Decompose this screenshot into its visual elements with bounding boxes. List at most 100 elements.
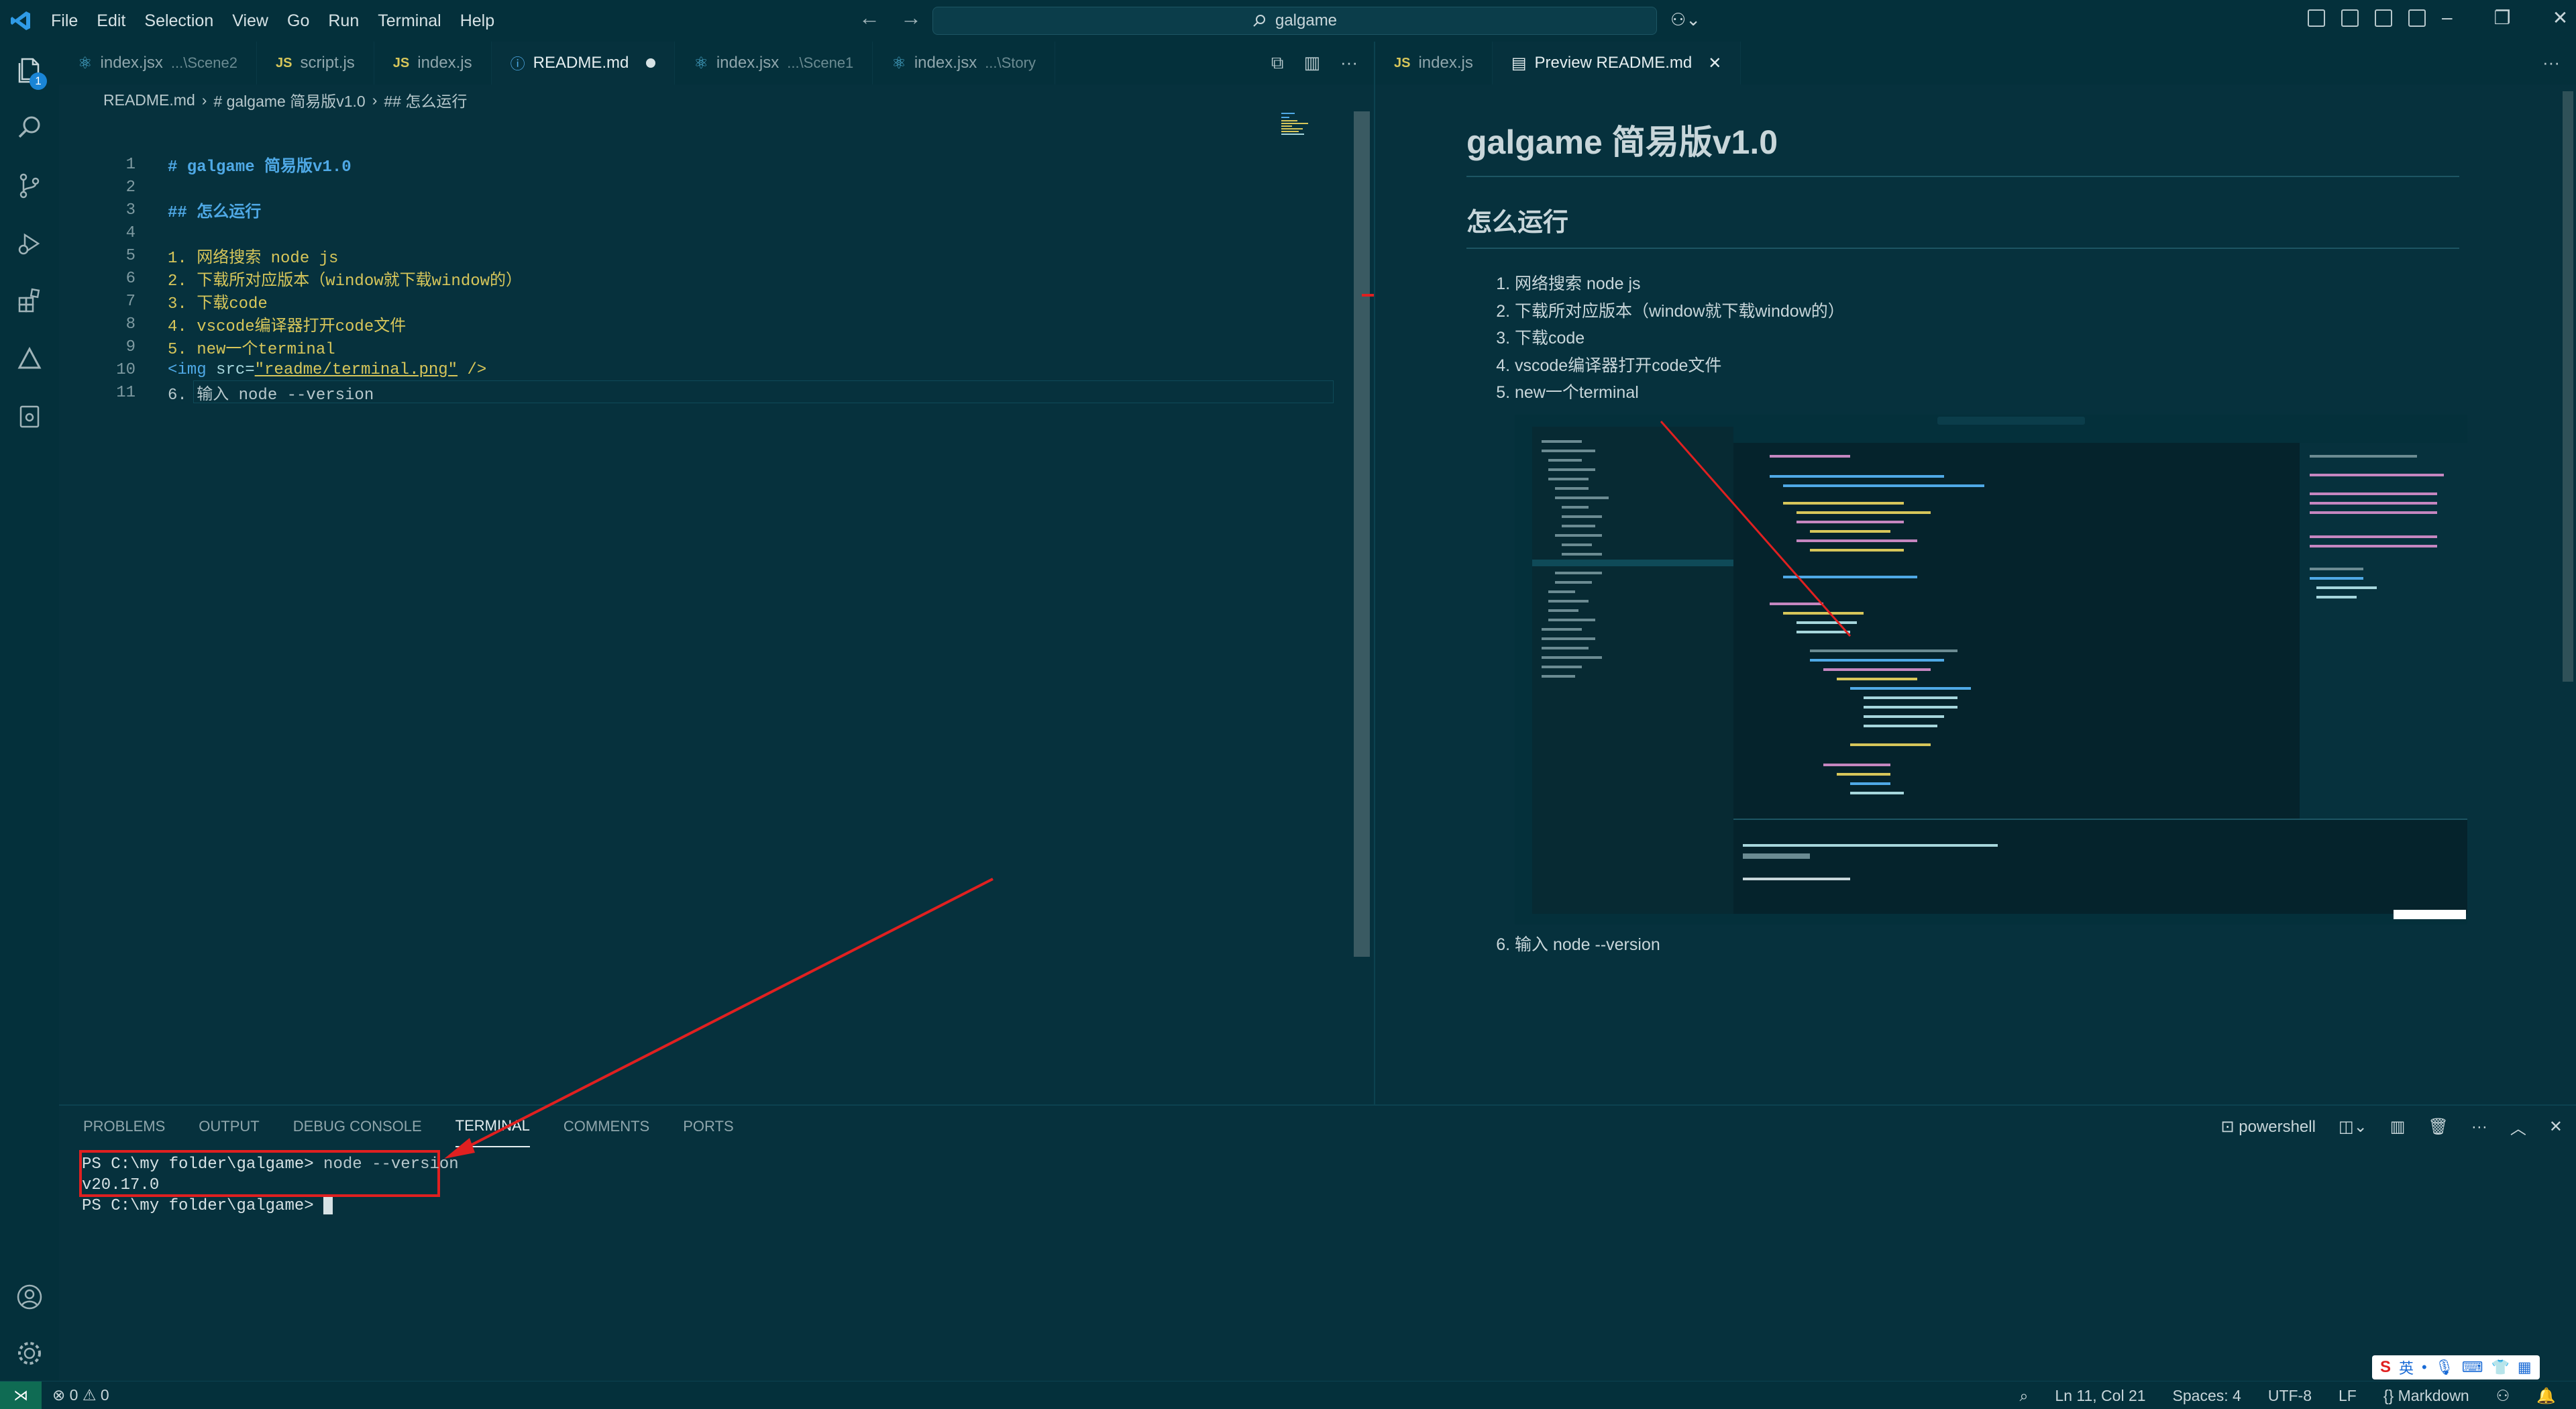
new-terminal-icon[interactable]: ▥ [2390, 1117, 2406, 1137]
breadcrumb-item[interactable]: README.md [103, 91, 195, 109]
code-line: 10 <img src="readme/terminal.png" /> [59, 358, 1374, 381]
activity-bar: 1 [0, 42, 59, 1381]
unsaved-dot-icon[interactable] [646, 58, 656, 68]
panel-tab-output[interactable]: OUTPUT [199, 1106, 259, 1147]
kill-terminal-icon[interactable]: 🗑 [2428, 1117, 2448, 1137]
tab-index-js[interactable]: JS index.js [374, 42, 492, 85]
extensions-icon[interactable] [0, 272, 59, 330]
customize-layout-icon[interactable] [2308, 9, 2325, 27]
tab-hint: ...\Scene2 [170, 54, 237, 71]
more-actions-icon[interactable]: ··· [2542, 52, 2560, 73]
panel-tab-ports[interactable]: PORTS [683, 1106, 733, 1147]
tab-hint: ...\Scene1 [787, 54, 854, 71]
menu-file[interactable]: File [42, 5, 87, 36]
breadcrumb-item[interactable]: # galgame 简易版v1.0 [213, 89, 365, 111]
more-actions-icon[interactable]: ··· [2471, 1118, 2487, 1137]
encoding[interactable]: UTF-8 [2268, 1387, 2312, 1405]
code-text: # galgame 简易版v1.0 [168, 158, 352, 176]
ime-punctuation-icon[interactable]: • [2422, 1359, 2427, 1376]
terminal-output[interactable]: PS C:\my folder\galgame> node --version … [82, 1154, 459, 1216]
toggle-panel-icon[interactable] [2375, 9, 2392, 27]
panel-tab-terminal[interactable]: TERMINAL [455, 1106, 530, 1147]
terminal-command: node --version [313, 1155, 459, 1173]
source-control-icon[interactable] [0, 157, 59, 215]
tab-index-jsx-scene2[interactable]: ⚛ index.jsx ...\Scene2 [59, 42, 257, 85]
minimap[interactable] [1280, 111, 1320, 138]
code-line: 8 4. vscode编译器打开code文件 [59, 313, 1374, 337]
js-file-icon: JS [275, 55, 292, 70]
remote-indicator-icon[interactable]: ⋊ [0, 1381, 42, 1409]
panel-tab-debug-console[interactable]: DEBUG CONSOLE [293, 1106, 422, 1147]
ime-mic-icon[interactable]: 🎙 [2435, 1359, 2454, 1376]
code-line: 5 1. 网络搜索 node js [59, 244, 1374, 268]
preview-heading-1: galgame 简易版v1.0 [1466, 115, 2459, 177]
line-number: 8 [125, 315, 136, 333]
tab-readme-md[interactable]: ⓘ README.md [491, 42, 676, 85]
zoom-icon[interactable]: ⌕ [2020, 1387, 2029, 1405]
tab-preview-readme[interactable]: ▤ Preview README.md ✕ [1492, 42, 1741, 85]
terminal-profile-button[interactable]: ⊡ powershell [2220, 1117, 2316, 1137]
panel-tab-problems[interactable]: PROBLEMS [83, 1106, 165, 1147]
tab-script-js[interactable]: JS script.js [257, 42, 374, 85]
command-center-search[interactable]: galgame [932, 7, 1657, 35]
ime-language[interactable]: 英 [2399, 1357, 2414, 1378]
menu-edit[interactable]: Edit [87, 5, 135, 36]
tab-index-jsx-story[interactable]: ⚛ index.jsx ...\Story [873, 42, 1055, 85]
copilot-icon[interactable]: ⚇⌄ [1670, 9, 1701, 30]
more-actions-icon[interactable]: ··· [1340, 52, 1358, 74]
split-editor-icon[interactable]: ▥ [1303, 52, 1320, 74]
tab-label: script.js [300, 54, 355, 72]
menu-selection[interactable]: Selection [135, 5, 223, 36]
open-preview-icon[interactable]: ⧉ [1271, 52, 1284, 74]
accounts-icon[interactable] [0, 1268, 59, 1326]
restore-icon[interactable]: ❐ [2494, 7, 2511, 29]
line-number: 1 [125, 155, 136, 174]
toggle-secondary-sidebar-icon[interactable] [2408, 9, 2426, 27]
split-terminal-icon[interactable]: ◫⌄ [2339, 1117, 2367, 1137]
preview-ordered-list: 网络搜索 node js 下载所对应版本（window就下载window的） 下… [1466, 270, 2467, 958]
breadcrumb-item[interactable]: ## 怎么运行 [384, 89, 467, 111]
close-window-icon[interactable]: ✕ [2553, 7, 2568, 29]
forward-arrow-icon[interactable]: → [900, 5, 922, 30]
js-file-icon: JS [1394, 55, 1411, 70]
editor-scrollbar[interactable] [1354, 111, 1370, 957]
preview-scrollbar[interactable] [2563, 91, 2573, 682]
editor-tabs-left: ⚛ index.jsx ...\Scene2 JS script.js JS i… [59, 42, 1374, 85]
toggle-primary-sidebar-icon[interactable] [2341, 9, 2359, 27]
close-panel-icon[interactable]: ✕ [2549, 1117, 2563, 1137]
ime-keyboard-icon[interactable]: ⌨ [2462, 1359, 2483, 1376]
problems-status[interactable]: ⊗ 0 ⚠ 0 [52, 1386, 109, 1404]
end-of-line[interactable]: LF [2339, 1387, 2357, 1405]
explorer-icon[interactable]: 1 [0, 42, 59, 99]
search-view-icon[interactable] [0, 99, 59, 157]
ime-logo-icon[interactable]: S [2380, 1358, 2391, 1377]
ime-menu-icon[interactable]: ▦ [2518, 1359, 2532, 1376]
tab-index-js-right[interactable]: JS index.js [1375, 42, 1493, 85]
indentation[interactable]: Spaces: 4 [2173, 1387, 2241, 1405]
tab-index-jsx-scene1[interactable]: ⚛ index.jsx ...\Scene1 [675, 42, 873, 85]
triangle-extension-icon[interactable] [0, 330, 59, 388]
language-mode[interactable]: {} Markdown [2383, 1387, 2469, 1405]
notifications-bell-icon[interactable]: 🔔 [2536, 1387, 2556, 1405]
cursor-position[interactable]: Ln 11, Col 21 [2055, 1387, 2145, 1405]
menu-terminal[interactable]: Terminal [368, 5, 450, 36]
close-tab-icon[interactable]: ✕ [1708, 54, 1721, 73]
copilot-status-icon[interactable]: ⚇ [2496, 1387, 2510, 1405]
ime-skin-icon[interactable]: 👕 [2491, 1359, 2509, 1376]
panel-tab-comments[interactable]: COMMENTS [564, 1106, 649, 1147]
maximize-panel-icon[interactable]: ︿ [2510, 1115, 2526, 1139]
code-line: 6 2. 下载所对应版本（window就下载window的） [59, 267, 1374, 291]
settings-gear-icon[interactable] [0, 1324, 59, 1382]
remote-explorer-icon[interactable] [0, 388, 59, 446]
react-file-icon: ⚛ [78, 54, 93, 72]
back-arrow-icon[interactable]: ← [859, 5, 880, 30]
code-line: 1 # galgame 简易版v1.0 [59, 153, 1374, 177]
menu-run[interactable]: Run [319, 5, 368, 36]
minimize-icon[interactable]: – [2442, 7, 2453, 29]
menu-view[interactable]: View [223, 5, 278, 36]
html-attr-value-link[interactable]: "readme/terminal.png" [255, 361, 458, 379]
menu-go[interactable]: Go [278, 5, 319, 36]
run-debug-icon[interactable] [0, 215, 59, 272]
command-center-text: galgame [1275, 11, 1338, 30]
menu-help[interactable]: Help [451, 5, 504, 36]
